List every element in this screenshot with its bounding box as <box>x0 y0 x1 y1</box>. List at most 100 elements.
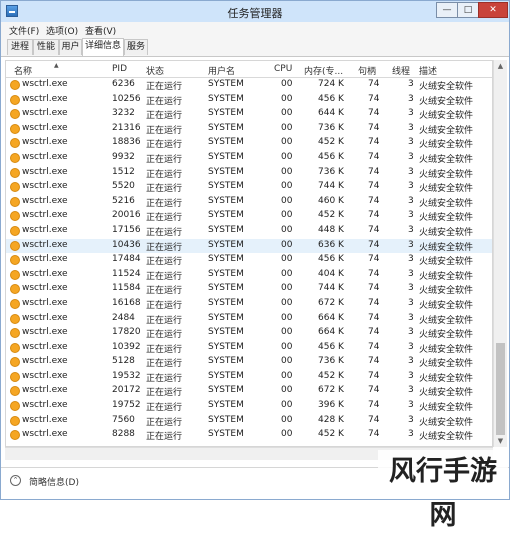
table-row[interactable]: wsctrl.exe 5520 正在运行 SYSTEM 00 744 K 74 3 火绒安全软件 <box>6 180 492 195</box>
table-row[interactable]: wsctrl.exe 16168 正在运行 SYSTEM 00 672 K 74 3 火绒安全软… <box>6 297 492 312</box>
desc-cell: 火绒安全软件 <box>419 125 474 136</box>
minimize-button[interactable]: — <box>436 2 458 18</box>
table-row[interactable]: wsctrl.exe 20172 正在运行 SYSTEM 00 672 K 74 3 火绒安全软… <box>6 384 492 399</box>
status-cell: 正在运行 <box>146 169 183 180</box>
threads-cell: 3 <box>408 166 414 177</box>
column-header-name[interactable]: 名称 <box>14 64 32 77</box>
table-row[interactable]: wsctrl.exe 17156 正在运行 SYSTEM 00 448 K 74 3 火绒安全软… <box>6 224 492 239</box>
column-header-status[interactable]: 状态 <box>146 64 164 77</box>
threads-cell: 3 <box>408 181 414 192</box>
table-row[interactable]: wsctrl.exe 10392 正在运行 SYSTEM 00 456 K 74 3 火绒安全软… <box>6 341 492 356</box>
close-button[interactable]: ✕ <box>478 2 508 18</box>
handles-cell: 74 <box>368 414 380 425</box>
table-row[interactable]: wsctrl.exe 5216 正在运行 SYSTEM 00 460 K 74 3 火绒安全软件 <box>6 195 492 210</box>
menu-view[interactable]: 查看(V) <box>85 24 116 37</box>
fewer-details-link[interactable]: 简略信息(D) <box>29 475 79 488</box>
menu-file[interactable]: 文件(F) <box>9 24 39 37</box>
handles-cell: 74 <box>368 195 380 206</box>
process-name-cell: wsctrl.exe <box>22 224 68 235</box>
status-cell: 正在运行 <box>146 184 183 195</box>
tab-users[interactable]: 用户 <box>59 39 82 55</box>
tab-services[interactable]: 服务 <box>124 39 148 55</box>
tab-details[interactable]: 详细信息 <box>82 38 124 56</box>
threads-cell: 3 <box>408 137 414 148</box>
table-row[interactable]: wsctrl.exe 18836 正在运行 SYSTEM 00 452 K 74 3 火绒安全软… <box>6 136 492 151</box>
pid-cell: 11524 <box>112 268 141 279</box>
user-cell: SYSTEM <box>208 108 244 119</box>
table-row[interactable]: wsctrl.exe 17820 正在运行 SYSTEM 00 664 K 74 3 火绒安全软… <box>6 326 492 341</box>
status-cell: 正在运行 <box>146 373 183 384</box>
process-name-cell: wsctrl.exe <box>22 297 68 308</box>
process-icon <box>10 152 20 163</box>
table-row[interactable]: wsctrl.exe 11524 正在运行 SYSTEM 00 404 K 74 3 火绒安全软… <box>6 268 492 283</box>
scroll-thumb[interactable] <box>496 343 505 435</box>
scroll-up-arrow-icon[interactable]: ▲ <box>496 62 505 70</box>
handles-cell: 74 <box>368 181 380 192</box>
threads-cell: 3 <box>408 239 414 250</box>
process-icon <box>10 328 20 339</box>
table-row[interactable]: wsctrl.exe 10256 正在运行 SYSTEM 00 456 K 74 3 火绒安全软… <box>6 93 492 108</box>
status-cell: 正在运行 <box>146 140 183 151</box>
mem-cell: 456 K <box>318 151 344 162</box>
user-cell: SYSTEM <box>208 385 244 396</box>
column-header-threads[interactable]: 线程 <box>392 64 410 77</box>
cpu-cell: 00 <box>281 79 293 89</box>
process-icon <box>10 138 20 149</box>
table-row[interactable]: wsctrl.exe 17484 正在运行 SYSTEM 00 456 K 74 3 火绒安全软… <box>6 253 492 268</box>
table-row[interactable]: wsctrl.exe 20016 正在运行 SYSTEM 00 452 K 74 3 火绒安全软… <box>6 209 492 224</box>
column-header-memory[interactable]: 内存(专... <box>304 64 343 77</box>
tab-performance[interactable]: 性能 <box>33 39 59 55</box>
mem-cell: 672 K <box>318 297 344 308</box>
tab-processes[interactable]: 进程 <box>7 39 33 55</box>
process-icon <box>10 371 20 382</box>
pid-cell: 1512 <box>112 166 135 177</box>
table-row[interactable]: wsctrl.exe 21316 正在运行 SYSTEM 00 736 K 74 3 火绒安全软… <box>6 122 492 137</box>
title-bar[interactable]: 任务管理器 — □ ✕ <box>1 1 509 23</box>
process-icon <box>10 196 20 207</box>
process-name-cell: wsctrl.exe <box>22 268 68 279</box>
column-header-description[interactable]: 描述 <box>419 64 437 77</box>
table-row[interactable]: wsctrl.exe 6236 正在运行 SYSTEM 00 724 K 74 3 火绒安全软件 <box>6 78 492 93</box>
table-row[interactable]: wsctrl.exe 5128 正在运行 SYSTEM 00 736 K 74 3 火绒安全软件 <box>6 355 492 370</box>
collapse-details-icon[interactable]: ⌃ <box>10 475 21 486</box>
maximize-button[interactable]: □ <box>457 2 479 18</box>
handles-cell: 74 <box>368 239 380 250</box>
status-cell: 正在运行 <box>146 227 183 238</box>
desc-cell: 火绒安全软件 <box>419 140 474 151</box>
status-cell: 正在运行 <box>146 271 183 282</box>
mem-cell: 736 K <box>318 356 344 367</box>
mem-cell: 452 K <box>318 370 344 381</box>
column-header-pid[interactable]: PID <box>112 64 127 74</box>
table-row[interactable]: wsctrl.exe 8288 正在运行 SYSTEM 00 452 K 74 3 火绒安全软件 <box>6 428 492 443</box>
handles-cell: 74 <box>368 79 380 89</box>
table-row[interactable]: wsctrl.exe 10436 正在运行 SYSTEM 00 636 K 74 3 火绒安全软… <box>6 238 492 254</box>
table-row[interactable]: wsctrl.exe 2484 正在运行 SYSTEM 00 664 K 74 3 火绒安全软件 <box>6 312 492 327</box>
process-name-cell: wsctrl.exe <box>22 181 68 192</box>
column-header-cpu[interactable]: CPU <box>274 64 292 74</box>
user-cell: SYSTEM <box>208 181 244 192</box>
desc-cell: 火绒安全软件 <box>419 198 474 209</box>
column-header-handles[interactable]: 句柄 <box>358 64 376 77</box>
desc-cell: 火绒安全软件 <box>419 111 474 122</box>
table-row[interactable]: wsctrl.exe 19532 正在运行 SYSTEM 00 452 K 74 3 火绒安全软… <box>6 370 492 385</box>
threads-cell: 3 <box>408 79 414 89</box>
table-row[interactable]: wsctrl.exe 1512 正在运行 SYSTEM 00 736 K 74 3 火绒安全软件 <box>6 166 492 181</box>
desc-cell: 火绒安全软件 <box>419 271 474 282</box>
table-row[interactable]: wsctrl.exe 9932 正在运行 SYSTEM 00 456 K 74 3 火绒安全软件 <box>6 151 492 166</box>
table-row[interactable]: wsctrl.exe 19752 正在运行 SYSTEM 00 396 K 74 3 火绒安全软… <box>6 399 492 414</box>
table-header: 名称 ▲ PID 状态 用户名 CPU 内存(专... 句柄 线程 描述 <box>6 61 492 78</box>
cpu-cell: 00 <box>281 210 293 221</box>
pid-cell: 8288 <box>112 429 135 440</box>
menu-bar: 文件(F) 选项(O) 查看(V) <box>1 22 509 37</box>
menu-options[interactable]: 选项(O) <box>46 24 78 37</box>
vertical-scrollbar[interactable]: ▲ ▼ <box>493 60 507 447</box>
table-row[interactable]: wsctrl.exe 3232 正在运行 SYSTEM 00 644 K 74 3 火绒安全软件 <box>6 107 492 122</box>
scroll-down-arrow-icon[interactable]: ▼ <box>496 437 505 445</box>
desc-cell: 火绒安全软件 <box>419 286 474 297</box>
watermark-logo: 风行手游网 <box>378 450 508 531</box>
table-row[interactable]: wsctrl.exe 11584 正在运行 SYSTEM 00 744 K 74 3 火绒安全软… <box>6 282 492 297</box>
table-row[interactable]: wsctrl.exe 7560 正在运行 SYSTEM 00 428 K 74 3 火绒安全软件 <box>6 414 492 429</box>
pid-cell: 17820 <box>112 327 141 338</box>
column-header-username[interactable]: 用户名 <box>208 64 235 77</box>
cpu-cell: 00 <box>281 254 293 265</box>
